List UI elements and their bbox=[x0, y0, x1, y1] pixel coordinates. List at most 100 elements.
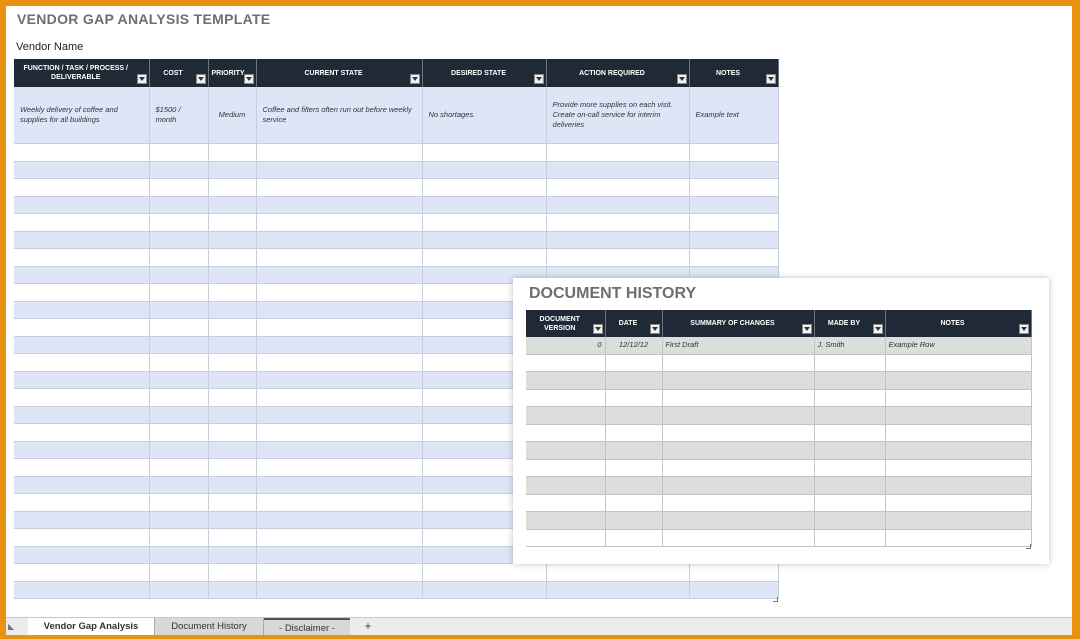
table-cell[interactable] bbox=[526, 476, 606, 495]
table-cell[interactable] bbox=[662, 424, 815, 442]
table-cell[interactable] bbox=[14, 493, 150, 512]
table-cell[interactable] bbox=[14, 476, 150, 494]
table-cell[interactable] bbox=[256, 336, 423, 354]
table-cell[interactable] bbox=[814, 424, 886, 442]
table-cell[interactable] bbox=[256, 318, 423, 337]
table-cell[interactable] bbox=[149, 283, 209, 302]
table-cell[interactable] bbox=[689, 563, 779, 582]
table-cell[interactable] bbox=[149, 423, 209, 442]
table-cell[interactable] bbox=[14, 371, 150, 389]
table-cell[interactable] bbox=[422, 143, 547, 162]
table-cell[interactable] bbox=[546, 563, 690, 582]
table-cell[interactable] bbox=[149, 476, 209, 494]
table-cell[interactable] bbox=[546, 248, 690, 267]
vendor-name-label[interactable]: Vendor Name bbox=[16, 41, 83, 53]
table-cell[interactable] bbox=[149, 546, 209, 564]
table-cell[interactable] bbox=[689, 248, 779, 267]
table-cell[interactable] bbox=[662, 529, 815, 547]
table-cell[interactable] bbox=[208, 161, 257, 179]
table-cell[interactable] bbox=[14, 406, 150, 424]
cell-made-by[interactable]: J. Smith bbox=[814, 337, 886, 355]
tab-vendor-gap-analysis[interactable]: Vendor Gap Analysis bbox=[28, 618, 154, 635]
table-cell[interactable] bbox=[208, 318, 257, 337]
table-cell[interactable] bbox=[885, 441, 1032, 460]
table-cell[interactable] bbox=[605, 371, 663, 390]
table-cell[interactable] bbox=[814, 406, 886, 425]
table-cell[interactable] bbox=[14, 283, 150, 302]
table-cell[interactable] bbox=[149, 581, 209, 599]
table-cell[interactable] bbox=[149, 213, 209, 232]
table-cell[interactable] bbox=[885, 406, 1032, 425]
table-cell[interactable] bbox=[256, 423, 423, 442]
table-cell[interactable] bbox=[256, 388, 423, 407]
table-cell[interactable] bbox=[526, 511, 606, 530]
table-cell[interactable] bbox=[256, 266, 423, 284]
table-cell[interactable] bbox=[689, 178, 779, 197]
table-cell[interactable] bbox=[605, 459, 663, 477]
table-cell[interactable] bbox=[546, 213, 690, 232]
table-cell[interactable] bbox=[149, 458, 209, 477]
table-cell[interactable] bbox=[546, 178, 690, 197]
table-cell[interactable] bbox=[149, 143, 209, 162]
add-sheet-button[interactable]: + bbox=[361, 618, 375, 634]
table-cell[interactable] bbox=[605, 494, 663, 512]
table-cell[interactable] bbox=[814, 511, 886, 530]
filter-dropdown-icon[interactable] bbox=[801, 324, 812, 334]
table-cell[interactable] bbox=[662, 476, 815, 495]
table-cell[interactable] bbox=[208, 511, 257, 529]
table-cell[interactable] bbox=[208, 546, 257, 564]
table-cell[interactable] bbox=[208, 336, 257, 354]
filter-dropdown-icon[interactable] bbox=[592, 324, 603, 334]
table-cell[interactable] bbox=[256, 161, 423, 179]
table-cell[interactable] bbox=[814, 389, 886, 407]
table-cell[interactable] bbox=[149, 406, 209, 424]
table-cell[interactable] bbox=[208, 406, 257, 424]
table-cell[interactable] bbox=[526, 441, 606, 460]
table-cell[interactable] bbox=[422, 178, 547, 197]
table-cell[interactable] bbox=[526, 389, 606, 407]
table-cell[interactable] bbox=[14, 178, 150, 197]
table-cell[interactable] bbox=[885, 424, 1032, 442]
table-cell[interactable] bbox=[149, 528, 209, 547]
table-cell[interactable] bbox=[605, 511, 663, 530]
table-cell[interactable] bbox=[885, 529, 1032, 547]
table-cell[interactable] bbox=[689, 231, 779, 249]
table-cell[interactable] bbox=[208, 248, 257, 267]
table-cell[interactable] bbox=[605, 424, 663, 442]
table-cell[interactable] bbox=[256, 353, 423, 372]
table-cell[interactable] bbox=[422, 161, 547, 179]
table-cell[interactable] bbox=[256, 511, 423, 529]
table-cell[interactable] bbox=[526, 424, 606, 442]
filter-dropdown-icon[interactable] bbox=[1018, 324, 1029, 334]
table-cell[interactable] bbox=[546, 143, 690, 162]
table-cell[interactable] bbox=[14, 441, 150, 459]
cell-current-state[interactable]: Coffee and filters often run out before … bbox=[256, 87, 423, 144]
table-cell[interactable] bbox=[256, 476, 423, 494]
table-cell[interactable] bbox=[14, 213, 150, 232]
table-cell[interactable] bbox=[662, 494, 815, 512]
table-cell[interactable] bbox=[149, 353, 209, 372]
table-cell[interactable] bbox=[885, 459, 1032, 477]
table-cell[interactable] bbox=[256, 581, 423, 599]
cell-summary[interactable]: First Draft bbox=[662, 337, 815, 355]
table-cell[interactable] bbox=[422, 213, 547, 232]
cell-action-required[interactable]: Provide more supplies on each visit. Cre… bbox=[546, 87, 690, 144]
table-cell[interactable] bbox=[208, 283, 257, 302]
table-cell[interactable] bbox=[208, 563, 257, 582]
table-cell[interactable] bbox=[14, 511, 150, 529]
table-cell[interactable] bbox=[662, 389, 815, 407]
table-cell[interactable] bbox=[149, 511, 209, 529]
table-cell[interactable] bbox=[208, 266, 257, 284]
cell-priority[interactable]: Medium bbox=[208, 87, 257, 144]
filter-dropdown-icon[interactable] bbox=[676, 74, 687, 84]
cell-desired-state[interactable]: No shortages. bbox=[422, 87, 547, 144]
filter-dropdown-icon[interactable] bbox=[136, 74, 147, 84]
table-cell[interactable] bbox=[526, 494, 606, 512]
table-cell[interactable] bbox=[662, 459, 815, 477]
table-cell[interactable] bbox=[422, 563, 547, 582]
table-cell[interactable] bbox=[689, 213, 779, 232]
table-cell[interactable] bbox=[885, 494, 1032, 512]
filter-dropdown-icon[interactable] bbox=[243, 74, 254, 84]
table-cell[interactable] bbox=[546, 161, 690, 179]
table-cell[interactable] bbox=[256, 406, 423, 424]
